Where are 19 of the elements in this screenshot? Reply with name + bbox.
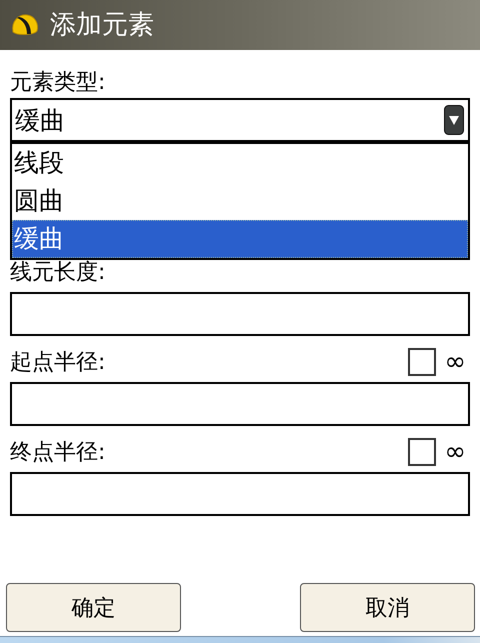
field-label: 线元长度:: [10, 259, 106, 287]
element-type-dropdown[interactable]: 缓曲: [10, 98, 470, 142]
field-label: 起点半径:: [10, 349, 106, 377]
field-label: 终点半径:: [10, 439, 106, 467]
checkbox[interactable]: [408, 348, 436, 376]
infinity-label: ∞: [444, 348, 466, 376]
window-title: 添加元素: [50, 10, 154, 40]
helmet-icon: [10, 12, 40, 38]
dropdown-option[interactable]: 线段: [12, 144, 468, 182]
dialog-button[interactable]: 确定: [6, 583, 181, 632]
input-field[interactable]: [10, 472, 470, 516]
input-field[interactable]: [10, 382, 470, 426]
input-field[interactable]: [10, 292, 470, 336]
field-label: 元素类型:: [10, 69, 106, 97]
dropdown-option[interactable]: 圆曲: [12, 182, 468, 220]
dialog-button[interactable]: 取消: [300, 583, 475, 632]
infinity-label: ∞: [444, 438, 466, 466]
checkbox[interactable]: [408, 438, 436, 466]
dropdown-option[interactable]: 缓曲: [12, 220, 468, 258]
